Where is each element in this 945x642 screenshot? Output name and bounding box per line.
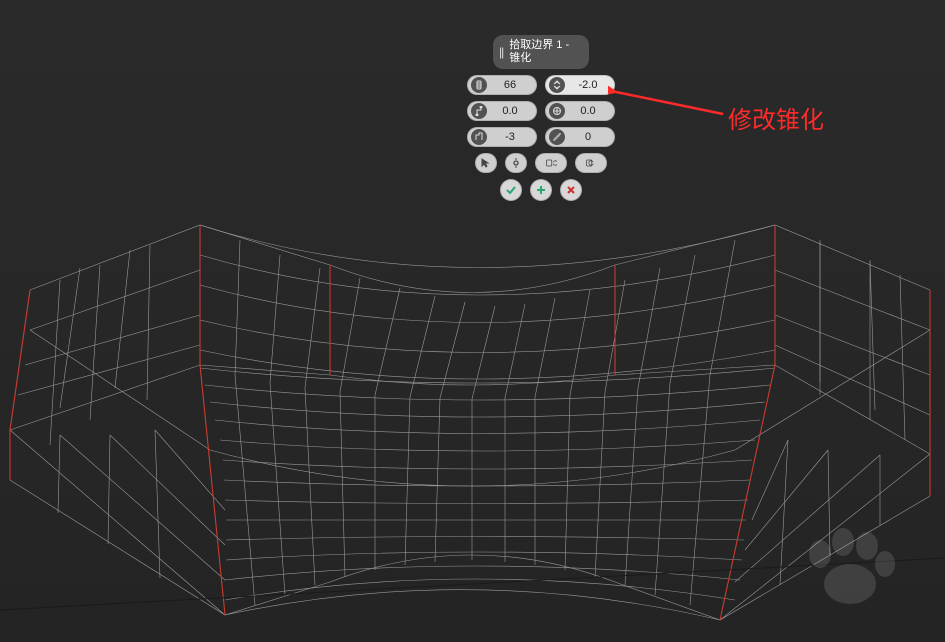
steps-value: 0 xyxy=(569,131,607,143)
offset-field[interactable]: -3 xyxy=(467,127,537,147)
taper-field[interactable]: -2.0 xyxy=(545,75,615,95)
segments-icon xyxy=(471,77,487,93)
gravity-field[interactable]: 0.0 xyxy=(545,101,615,121)
panel-title-text: 拾取边界 1 - 锥化 xyxy=(509,39,579,65)
add-button[interactable] xyxy=(530,179,552,201)
repeat-button-b[interactable] xyxy=(575,153,607,173)
watermark-icon xyxy=(795,522,905,612)
offset-value: -3 xyxy=(491,131,529,143)
gravity-icon xyxy=(549,103,565,119)
twist-field[interactable]: 0.0 xyxy=(467,101,537,121)
tool-panel: || 拾取边界 1 - 锥化 66 -2.0 0.0 0.0 xyxy=(461,35,621,201)
twist-icon xyxy=(471,103,487,119)
segments-value: 66 xyxy=(491,79,529,91)
select-mode-button[interactable] xyxy=(475,153,497,173)
segments-field[interactable]: 66 xyxy=(467,75,537,95)
twist-value: 0.0 xyxy=(491,105,529,117)
steps-field[interactable]: 0 xyxy=(545,127,615,147)
taper-icon xyxy=(549,77,565,93)
offset-icon xyxy=(471,129,487,145)
drag-handle-icon: || xyxy=(499,45,503,59)
confirm-button[interactable] xyxy=(500,179,522,201)
taper-value: -2.0 xyxy=(569,79,607,91)
annotation-label: 修改锥化 xyxy=(728,100,824,135)
repeat-button-a[interactable] xyxy=(535,153,567,173)
gravity-value: 0.0 xyxy=(569,105,607,117)
cancel-button[interactable] xyxy=(560,179,582,201)
panel-title[interactable]: || 拾取边界 1 - 锥化 xyxy=(493,35,589,69)
pick-mode-button[interactable] xyxy=(505,153,527,173)
steps-icon xyxy=(549,129,565,145)
